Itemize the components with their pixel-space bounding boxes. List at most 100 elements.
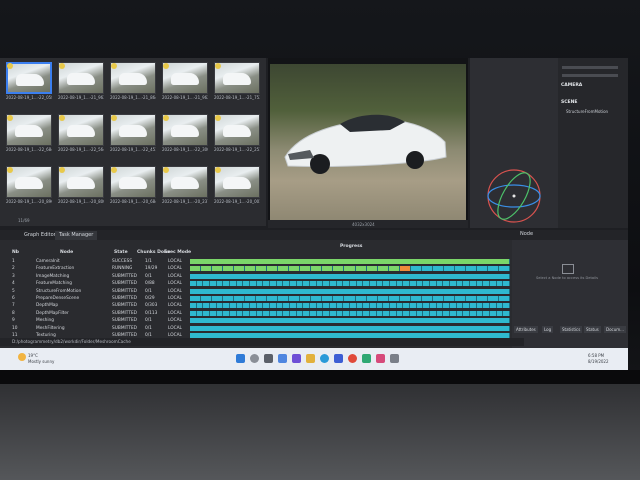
progress-chunk — [223, 281, 230, 287]
gallery-thumbnail[interactable]: 2022-08-19_1...-20_001.jpeg — [214, 166, 260, 206]
gallery-thumbnail[interactable]: 2022-08-19_1...-21_962.jpeg — [162, 62, 208, 102]
widgets-icon[interactable] — [278, 354, 287, 363]
progress-chunk — [344, 296, 356, 301]
gallery-thumbnail[interactable]: 2022-08-19_1...-21_963.jpeg — [58, 62, 104, 102]
task-chunks-cell: 0/303 — [145, 303, 158, 309]
gallery-thumbnail[interactable]: 2022-08-19_1...-22_684.jpeg — [6, 114, 52, 154]
gallery-thumbnail[interactable]: 2022-08-19_1...-20_896.jpeg — [6, 166, 52, 206]
gallery-thumbnail[interactable]: 2022-08-19_1...-21_753.jpeg — [214, 62, 260, 102]
progress-chunk — [363, 281, 370, 287]
teams-icon[interactable] — [292, 354, 301, 363]
progress-chunk — [243, 281, 250, 287]
gallery-thumbnail[interactable]: 2022-08-19_1...-22_058.jpeg — [6, 62, 52, 102]
progress-chunk — [300, 266, 312, 272]
task-row[interactable]: 4 FeatureMatching SUBMITTED 0/88 LOCAL — [4, 280, 510, 287]
progress-chunk — [456, 281, 464, 287]
gallery-thumbnail[interactable]: 2022-08-19_1...-22_251.jpeg — [214, 114, 260, 154]
progress-chunk — [344, 266, 356, 272]
task-nb-cell: 6 — [12, 296, 15, 301]
slider-track-1[interactable] — [562, 66, 618, 69]
progress-chunk — [355, 266, 367, 272]
header-progress: Progress — [340, 244, 363, 249]
image-count: 11/69 — [18, 218, 30, 223]
task-exec-cell: LOCAL — [168, 288, 182, 294]
chrome-icon[interactable] — [348, 354, 357, 363]
tab-task-manager[interactable]: Task Manager — [55, 231, 98, 240]
task-nb-cell: 3 — [12, 273, 15, 279]
progress-chunk — [343, 310, 350, 316]
progress-chunk — [190, 259, 510, 264]
gallery-thumbnail[interactable]: 2022-08-19_1...-20_237.jpeg — [162, 166, 208, 206]
progress-chunk — [356, 303, 364, 309]
gallery-thumbnail[interactable]: 2022-08-19_1...-20_800.jpeg — [58, 166, 104, 206]
task-row[interactable]: 2 FeatureExtraction RUNNING 19/29 LOCAL — [4, 265, 510, 272]
app-icon-2[interactable] — [376, 354, 385, 363]
progress-chunk — [416, 310, 424, 316]
gallery-thumbnail[interactable]: 2022-08-19_1...-21_864.jpeg — [110, 62, 156, 102]
statistics-button[interactable]: Statistics — [560, 326, 583, 333]
task-row[interactable]: 3 ImageMatching SUBMITTED 0/1 LOCAL — [4, 273, 510, 280]
progress-chunk — [503, 303, 510, 309]
app-icon-1[interactable] — [362, 354, 371, 363]
task-progress-bar — [190, 259, 510, 264]
slider-track-2[interactable] — [562, 74, 618, 77]
scene-item-sfm[interactable]: StructureFromMotion — [566, 109, 608, 114]
progress-chunk — [430, 303, 437, 309]
store-icon[interactable] — [334, 354, 343, 363]
task-row[interactable]: 8 DepthMapFilter SUBMITTED 0/113 LOCAL — [4, 310, 510, 317]
thumbnail-status-dot — [215, 63, 221, 69]
gallery-thumbnail[interactable]: 2022-08-19_1...-22_300.jpeg — [162, 114, 208, 154]
header-exec: Exec Mode — [164, 250, 192, 255]
progress-chunk — [201, 296, 213, 301]
task-row[interactable]: 10 MeshFiltering SUBMITTED 0/1 LOCAL — [4, 325, 510, 332]
log-button[interactable]: Log — [542, 326, 554, 333]
documentation-button[interactable]: Docum... — [604, 326, 626, 333]
task-exec-cell: LOCAL — [168, 296, 182, 301]
file-explorer-icon[interactable] — [306, 354, 315, 363]
task-progress-bar — [190, 325, 510, 331]
attributes-button[interactable]: Attributes — [514, 326, 538, 333]
tab-graph-editor[interactable]: Graph Editor — [20, 231, 60, 240]
progress-chunk — [490, 303, 497, 309]
thumbnail-caption: 2022-08-19_1...-22_451.jpeg — [110, 147, 156, 152]
header-node: Node — [60, 250, 74, 255]
task-row[interactable]: 9 Meshing SUBMITTED 0/1 LOCAL — [4, 317, 510, 324]
progress-chunk — [432, 296, 444, 301]
task-row[interactable]: 7 DepthMap SUBMITTED 0/303 LOCAL — [4, 302, 510, 309]
task-view-icon[interactable] — [264, 354, 273, 363]
meshroom-taskbar-icon[interactable] — [390, 354, 399, 363]
progress-chunk — [476, 310, 484, 316]
thumbnail-caption: 2022-08-19_1...-22_251.jpeg — [214, 147, 260, 152]
edge-icon[interactable] — [320, 354, 329, 363]
3d-viewport[interactable] — [470, 58, 558, 228]
progress-chunk — [270, 310, 277, 316]
progress-chunk — [223, 296, 235, 301]
task-node-cell: Meshing — [36, 318, 54, 324]
search-icon[interactable] — [250, 354, 259, 363]
progress-chunk — [310, 310, 317, 316]
task-state-cell: RUNNING — [112, 266, 133, 272]
task-row[interactable]: 5 StructureFromMotion SUBMITTED 0/1 LOCAL — [4, 288, 510, 295]
progress-chunk — [363, 303, 370, 309]
task-row[interactable]: 6 PrepareDenseScene SUBMITTED 0/29 LOCAL — [4, 295, 510, 302]
task-progress-bar — [190, 273, 510, 279]
progress-chunk — [190, 281, 197, 287]
progress-chunk — [430, 310, 437, 316]
gallery-thumbnail[interactable]: 2022-08-19_1...-22_451.jpeg — [110, 114, 156, 154]
progress-chunk — [432, 266, 444, 272]
task-state-cell: SUBMITTED — [112, 318, 137, 324]
progress-chunk — [343, 281, 350, 287]
start-icon[interactable] — [236, 354, 245, 363]
progress-chunk — [333, 266, 345, 272]
weather-temp: 19°C — [28, 353, 38, 358]
thumbnail-status-dot — [7, 63, 13, 69]
progress-chunk — [303, 310, 310, 316]
gallery-thumbnail[interactable]: 2022-08-19_1...-22_564.jpeg — [58, 114, 104, 154]
task-exec-cell: LOCAL — [168, 273, 182, 279]
progress-chunk — [230, 303, 237, 309]
status-button[interactable]: Status — [584, 326, 601, 333]
gallery-thumbnail[interactable]: 2022-08-19_1...-20_684.jpeg — [110, 166, 156, 206]
task-row[interactable]: 1 CameraInit SUCCESS 1/1 LOCAL — [4, 258, 510, 265]
image-viewer: 4032x3024 — [268, 58, 468, 228]
task-exec-cell: LOCAL — [168, 259, 182, 264]
